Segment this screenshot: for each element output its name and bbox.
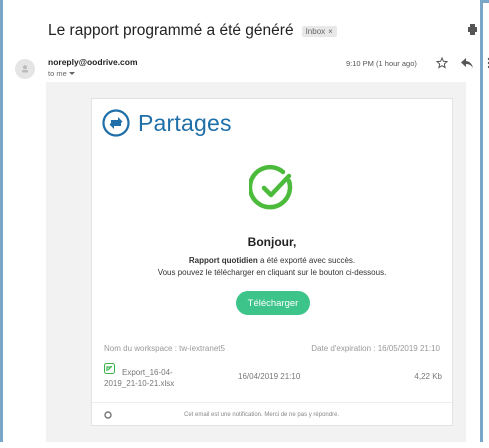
notification-card: Partages Bonjour, Rapport quotidien a ét… bbox=[91, 98, 453, 426]
footer-notice: Cet email est une notification. Merci de… bbox=[184, 412, 340, 418]
partages-logo-icon bbox=[102, 109, 130, 137]
file-row[interactable]: Export_16-04-2019_21-10-21.xlsx 16/04/20… bbox=[104, 363, 442, 393]
inbox-label-text: Inbox bbox=[305, 26, 326, 36]
workspace-name: Nom du workspace : tw-iextranet5 bbox=[104, 344, 225, 353]
subject-row: Le rapport programmé a été généré Inbox … bbox=[48, 22, 337, 40]
download-instructions: Vous pouvez le télécharger en cliquant s… bbox=[157, 268, 387, 277]
email-view: Le rapport programmé a été généré Inbox … bbox=[0, 0, 489, 442]
report-name: Rapport quotidien bbox=[188, 256, 258, 265]
remove-label-icon[interactable]: × bbox=[328, 27, 333, 36]
brand-name: Partages bbox=[138, 109, 232, 136]
inbox-label-chip[interactable]: Inbox × bbox=[301, 25, 337, 37]
person-icon bbox=[22, 65, 28, 73]
footer-divider bbox=[92, 402, 452, 403]
download-button[interactable]: Télécharger bbox=[236, 291, 310, 315]
export-success-text: a été exporté avec succès. bbox=[257, 256, 356, 265]
email-timestamp: 9:10 PM (1 hour ago) bbox=[346, 59, 417, 68]
brand-logo: Partages bbox=[102, 109, 232, 137]
file-size: 4,22 Kb bbox=[414, 372, 442, 381]
oodrive-logo-icon bbox=[104, 411, 112, 419]
email-body-background: Partages Bonjour, Rapport quotidien a ét… bbox=[46, 82, 466, 442]
to-me-label: to me bbox=[48, 69, 67, 78]
reply-icon[interactable] bbox=[461, 58, 473, 68]
sender-row: noreply@oodrive.com to me 9:10 PM (1 hou… bbox=[15, 57, 489, 81]
email-subject: Le rapport programmé a été généré bbox=[48, 22, 294, 39]
sender-email[interactable]: noreply@oodrive.com bbox=[48, 57, 138, 67]
recipients-toggle[interactable]: to me bbox=[48, 69, 75, 78]
file-date: 16/04/2019 21:10 bbox=[238, 372, 301, 381]
success-check-icon bbox=[249, 165, 293, 210]
star-icon[interactable] bbox=[436, 57, 448, 69]
print-icon[interactable] bbox=[468, 24, 477, 36]
greeting: Bonjour, bbox=[247, 235, 297, 249]
chevron-down-icon bbox=[68, 71, 75, 75]
export-success-line: Rapport quotidien a été exporté avec suc… bbox=[92, 256, 452, 265]
file-name[interactable]: Export_16-04-2019_21-10-21.xlsx bbox=[104, 367, 194, 389]
sender-avatar[interactable] bbox=[15, 59, 35, 79]
expiration-date: Date d'expiration : 16/05/2019 21:10 bbox=[311, 344, 440, 353]
